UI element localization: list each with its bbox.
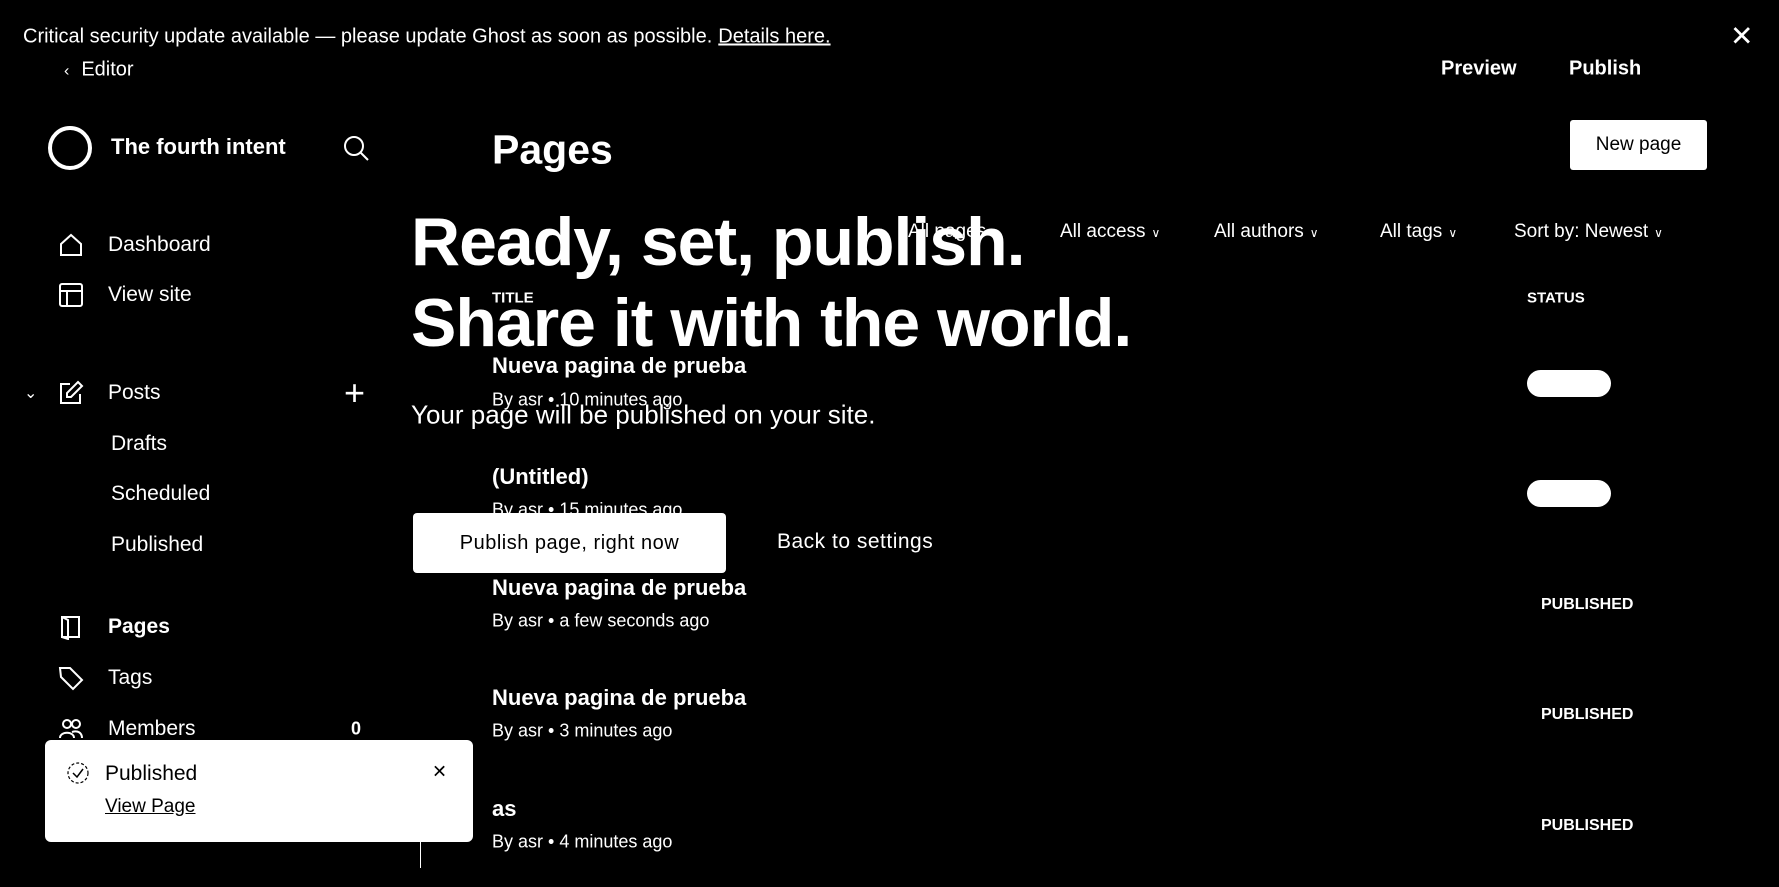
close-toast-icon[interactable]: ✕ [432, 762, 447, 783]
filter-access[interactable]: All access ∨ [1060, 221, 1160, 243]
plus-icon[interactable]: + [344, 372, 365, 414]
chevron-down-icon[interactable]: ⌄ [24, 383, 37, 403]
sidebar-item-scheduled[interactable]: Scheduled [111, 482, 210, 506]
members-count: 0 [351, 718, 362, 739]
status-badge [1527, 480, 1611, 507]
chevron-left-icon: ‹ [64, 62, 70, 80]
back-editor-button[interactable]: ‹ Editor [64, 59, 134, 82]
sidebar-item-members[interactable]: Members [108, 717, 196, 741]
sort-dropdown[interactable]: Sort by: Newest ∨ [1514, 221, 1663, 243]
site-title[interactable]: The fourth intent [111, 134, 286, 160]
sidebar-item-tags[interactable]: Tags [108, 666, 152, 690]
check-circle-icon [67, 762, 89, 784]
chevron-down-icon: ∨ [1654, 226, 1663, 240]
view-page-link[interactable]: View Page [105, 796, 196, 818]
page-title: Pages [492, 126, 613, 173]
row-meta: By asr • a few seconds ago [492, 610, 710, 631]
preview-button[interactable]: Preview [1441, 58, 1517, 81]
back-to-settings-button[interactable]: Back to settings [777, 530, 933, 554]
publish-heading-line2: Share it with the world. [411, 285, 1132, 361]
row-title[interactable]: Nueva pagina de prueba [492, 575, 746, 601]
sidebar-item-drafts[interactable]: Drafts [111, 432, 167, 456]
details-link[interactable]: Details here. [718, 26, 830, 48]
row-title[interactable]: as [492, 796, 516, 822]
sidebar-item-dashboard[interactable]: Dashboard [108, 233, 211, 257]
sidebar-item-published[interactable]: Published [111, 533, 203, 557]
publish-confirm-button[interactable]: Publish page, right now [413, 513, 726, 573]
column-status: STATUS [1527, 289, 1585, 307]
home-icon [60, 233, 82, 256]
status-badge: PUBLISHED [1541, 706, 1634, 723]
site-logo [48, 126, 92, 170]
security-banner: Critical security update available — ple… [23, 26, 831, 49]
chevron-down-icon: ∨ [1151, 226, 1161, 240]
status-badge: PUBLISHED [1541, 596, 1634, 613]
row-title[interactable]: (Untitled) [492, 464, 589, 490]
filter-tags[interactable]: All tags ∨ [1380, 221, 1457, 243]
filter-label: All tags [1380, 221, 1443, 242]
close-banner-icon[interactable]: ✕ [1730, 20, 1753, 53]
sidebar-item-view-site[interactable]: View site [108, 283, 192, 307]
page-icon [61, 616, 80, 640]
toast-title: Published [105, 762, 198, 785]
filter-label: All authors [1214, 221, 1304, 242]
banner-text: Critical security update available — ple… [23, 25, 713, 48]
row-meta: By asr • 3 minutes ago [492, 720, 673, 741]
new-page-button[interactable]: New page [1570, 120, 1707, 170]
sidebar-item-pages[interactable]: Pages [108, 615, 170, 639]
filter-label: All access [1060, 221, 1146, 242]
layout-icon [59, 283, 83, 307]
publish-description: Your page will be published on your site… [411, 399, 876, 430]
filter-authors[interactable]: All authors ∨ [1214, 221, 1319, 243]
row-title[interactable]: Nueva pagina de prueba [492, 685, 746, 711]
status-badge [1527, 370, 1611, 397]
members-icon [59, 719, 83, 739]
filter-label: Sort by: Newest [1514, 221, 1649, 242]
divider [420, 842, 421, 868]
sidebar-item-posts[interactable]: Posts [108, 381, 161, 405]
tag-icon [58, 667, 84, 691]
chevron-down-icon: ∨ [1448, 226, 1458, 240]
toast-notification: Published View Page ✕ [45, 740, 473, 842]
back-label: Editor [81, 58, 134, 81]
search-icon[interactable] [342, 134, 370, 162]
publish-heading-line1: Ready, set, publish. [411, 204, 1026, 280]
publish-button[interactable]: Publish [1569, 58, 1641, 81]
status-badge: PUBLISHED [1541, 817, 1634, 834]
row-meta: By asr • 4 minutes ago [492, 831, 673, 852]
chevron-down-icon: ∨ [1309, 226, 1319, 240]
edit-icon [60, 380, 84, 404]
